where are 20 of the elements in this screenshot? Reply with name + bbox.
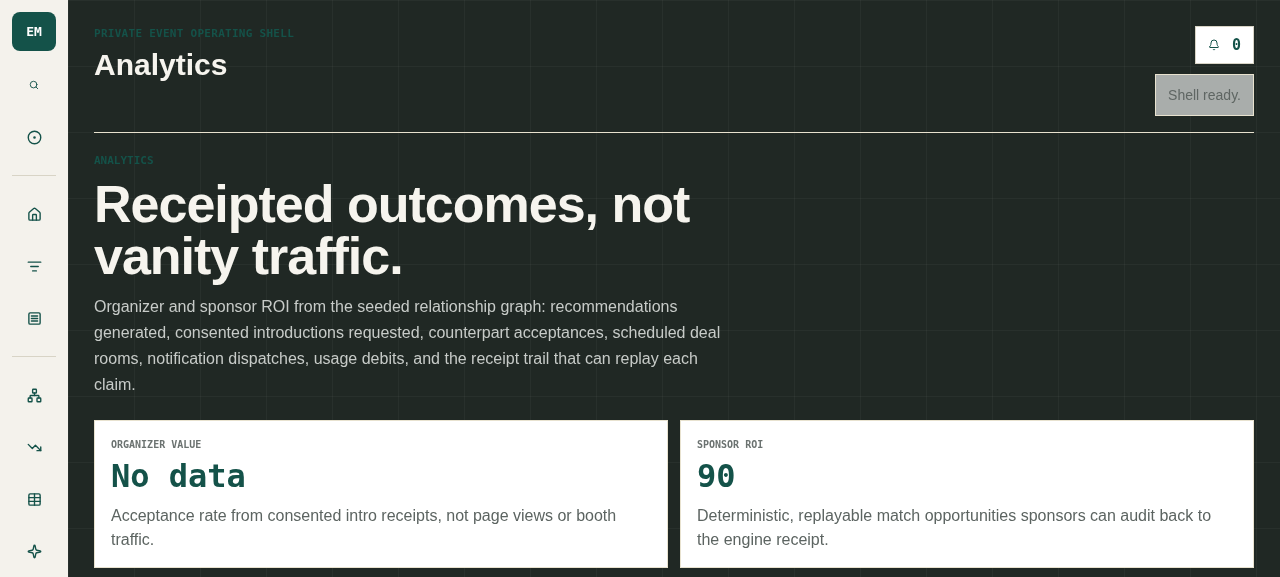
list-icon [26, 310, 42, 326]
sparkle-icon [26, 543, 42, 559]
hero-description: Organizer and sponsor ROI from the seeded relationship graph: recommendations generated, consented introductions requested, counterpart acceptances, scheduled deal rooms, notification dispatches, usage debits, and the receipt trail that can replay each claim. [94, 296, 722, 395]
avatar[interactable]: EM [12, 12, 56, 51]
search-icon [29, 80, 39, 90]
table-icon [26, 491, 42, 507]
metric-label: SPONSOR ROI [697, 437, 765, 452]
status-toast: Shell ready. [1155, 74, 1254, 116]
metric-note: Acceptance rate from consented intro receipts, not page views or booth traffic. [111, 505, 618, 550]
target-icon [26, 129, 42, 145]
filter-icon [26, 258, 42, 274]
metric-note: Deterministic, replayable match opportunities sponsors can audit back to the engine receipt. [697, 505, 1213, 550]
page-title: Analytics [94, 46, 229, 83]
metric-value: No data [111, 455, 247, 496]
nodes-icon [26, 387, 42, 403]
home-icon [26, 206, 42, 222]
metric-value: 90 [697, 455, 737, 496]
bell-icon [1207, 39, 1220, 51]
notifications-button[interactable]: 0 [1194, 26, 1254, 64]
metric-label: ORGANIZER VALUE [111, 437, 203, 452]
